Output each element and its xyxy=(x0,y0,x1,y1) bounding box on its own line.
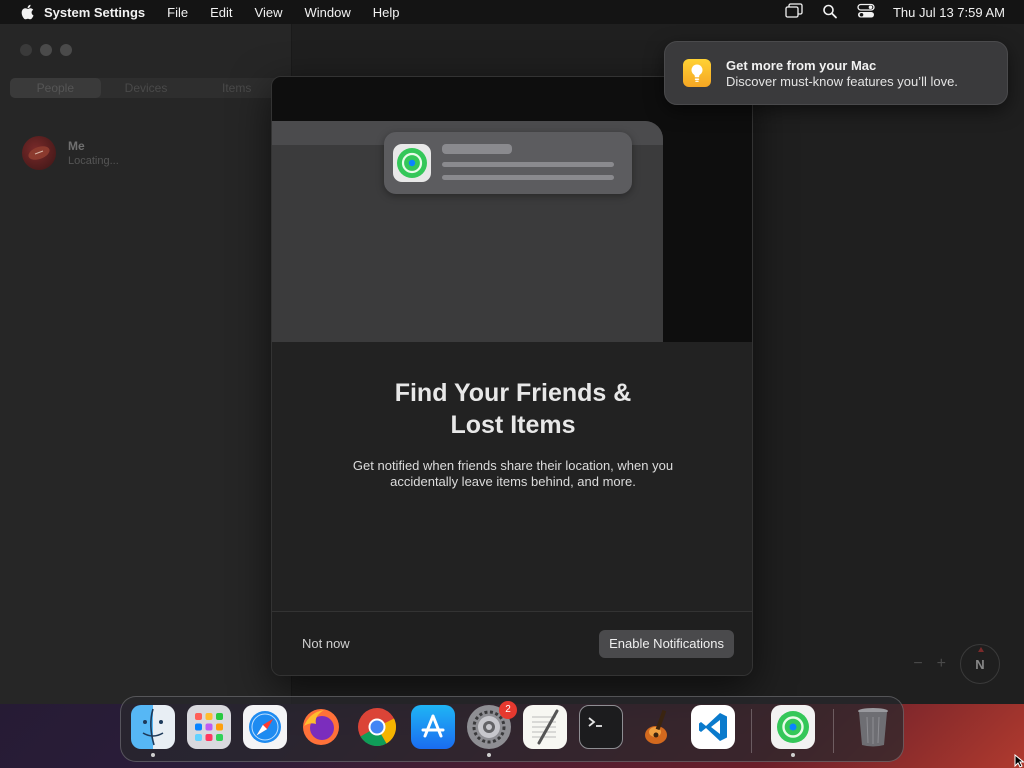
notifications-onboarding-sheet: Find Your Friends & Lost Items Get notif… xyxy=(271,76,753,676)
firefox-icon[interactable] xyxy=(299,705,343,749)
safari-icon[interactable] xyxy=(243,705,287,749)
person-name: Me xyxy=(68,139,85,153)
person-status: Locating... xyxy=(68,155,119,167)
dock-separator xyxy=(751,709,752,753)
notification-badge: 2 xyxy=(499,701,517,719)
find-my-icon xyxy=(393,144,431,182)
zoom-in-button[interactable]: + xyxy=(937,655,946,673)
screen-mirroring-icon[interactable] xyxy=(785,2,803,22)
control-center-icon[interactable] xyxy=(857,3,875,22)
minimize-button[interactable] xyxy=(40,44,52,56)
person-list-item-me[interactable]: Me Locating... xyxy=(22,136,119,170)
finder-icon[interactable] xyxy=(131,705,175,757)
compass-button[interactable]: N xyxy=(960,644,1000,684)
tips-notification-banner[interactable]: Get more from your Mac Discover must-kno… xyxy=(664,41,1008,105)
dock-separator xyxy=(833,709,834,753)
running-indicator xyxy=(791,753,795,757)
window-controls xyxy=(20,44,72,56)
trash-icon[interactable] xyxy=(851,705,895,749)
menu-window[interactable]: Window xyxy=(304,5,350,20)
tab-items[interactable]: Items xyxy=(191,78,282,98)
placeholder-line xyxy=(442,144,512,154)
close-button[interactable] xyxy=(20,44,32,56)
menu-edit[interactable]: Edit xyxy=(210,5,232,20)
launchpad-icon[interactable] xyxy=(187,705,231,749)
dock: 2 xyxy=(120,696,904,762)
banner-text: Discover must-know features you’ll love. xyxy=(726,74,958,89)
tab-devices[interactable]: Devices xyxy=(101,78,192,98)
menu-view[interactable]: View xyxy=(255,5,283,20)
app-store-icon[interactable] xyxy=(411,705,455,749)
vscode-icon[interactable] xyxy=(691,705,735,749)
terminal-icon[interactable] xyxy=(579,705,623,749)
running-indicator xyxy=(151,753,155,757)
hero-illustration xyxy=(272,77,752,342)
garageband-icon[interactable] xyxy=(635,705,679,749)
zoom-button[interactable] xyxy=(60,44,72,56)
menu-bar: System Settings File Edit View Window He… xyxy=(0,0,1024,24)
apple-menu-icon[interactable] xyxy=(12,4,44,20)
find-my-icon[interactable] xyxy=(771,705,815,757)
map-controls: − + N xyxy=(913,644,1000,684)
find-my-tab-bar: People Devices Items xyxy=(10,78,282,98)
enable-notifications-button[interactable]: Enable Notifications xyxy=(599,630,734,658)
placeholder-line xyxy=(442,162,614,167)
menu-clock[interactable]: Thu Jul 13 7:59 AM xyxy=(893,5,1005,20)
tab-people[interactable]: People xyxy=(10,78,101,98)
sheet-footer: Not now Enable Notifications xyxy=(272,611,752,675)
lightbulb-icon xyxy=(683,59,711,87)
zoom-out-button[interactable]: − xyxy=(913,655,922,673)
menu-app-name[interactable]: System Settings xyxy=(44,5,145,20)
sheet-title: Find Your Friends & Lost Items xyxy=(394,379,632,439)
chrome-icon[interactable] xyxy=(355,705,399,749)
sheet-description: Get notified when friends share their lo… xyxy=(352,458,674,489)
avatar xyxy=(22,136,56,170)
running-indicator xyxy=(487,753,491,757)
system-settings-icon[interactable]: 2 xyxy=(467,701,517,757)
spotlight-search-icon[interactable] xyxy=(821,3,839,22)
find-my-sidebar: People Devices Items Me Locating... xyxy=(0,24,292,704)
mouse-cursor-icon xyxy=(1014,754,1024,768)
not-now-button[interactable]: Not now xyxy=(302,636,350,651)
football-icon xyxy=(28,146,50,160)
menu-help[interactable]: Help xyxy=(373,5,400,20)
banner-title: Get more from your Mac xyxy=(726,58,877,73)
compass-label: N xyxy=(975,656,985,672)
placeholder-line xyxy=(442,175,614,180)
illustration-notification xyxy=(384,132,632,194)
textedit-icon[interactable] xyxy=(523,705,567,749)
menu-file[interactable]: File xyxy=(167,5,188,20)
